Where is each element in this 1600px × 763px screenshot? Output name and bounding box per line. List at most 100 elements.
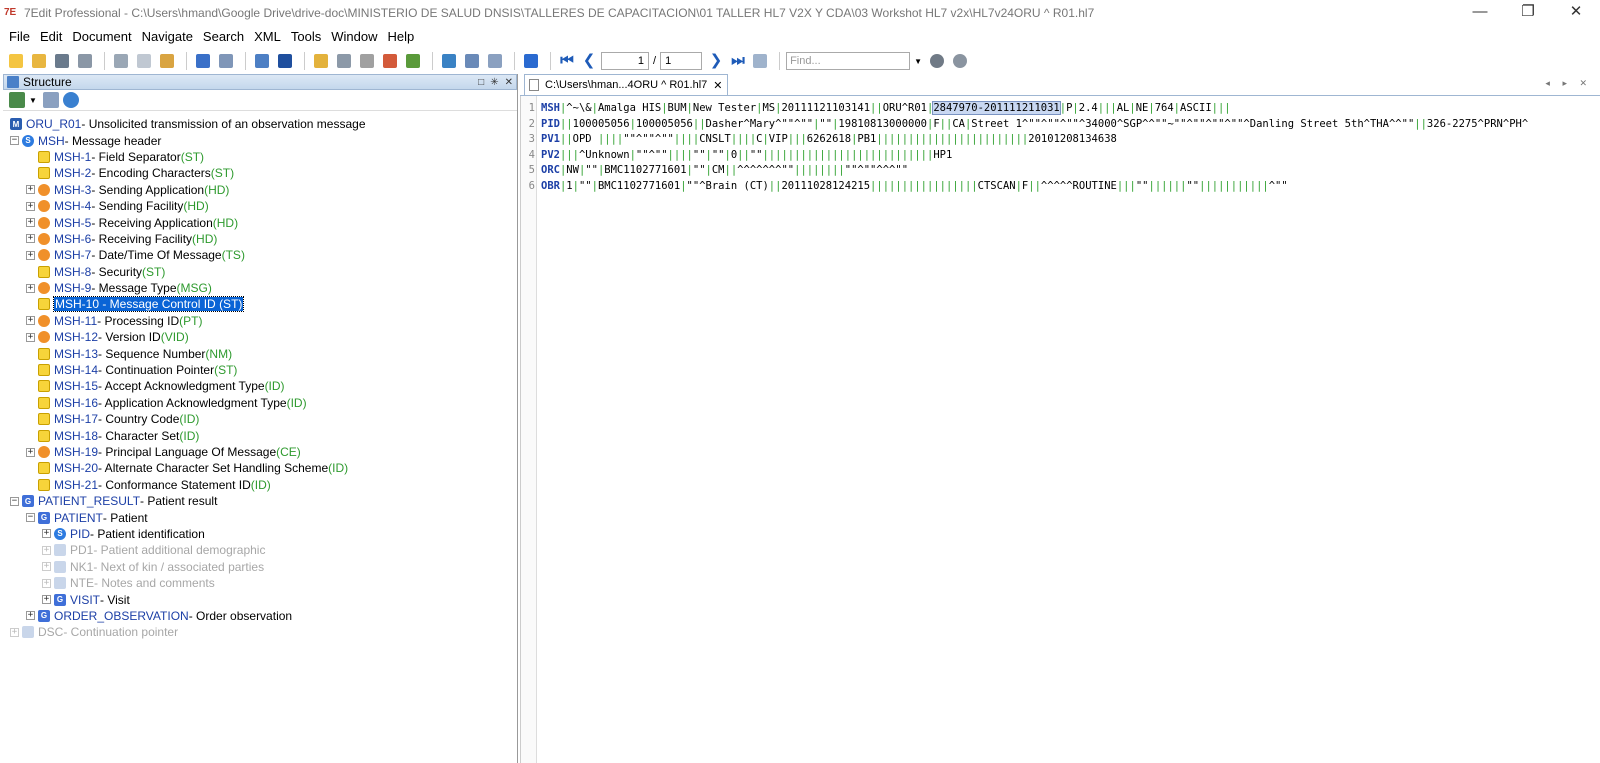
save-button[interactable]: [52, 51, 72, 71]
new-document-button[interactable]: [6, 51, 26, 71]
structure-options-dropdown-icon[interactable]: ▼: [29, 96, 37, 105]
menu-navigate[interactable]: Navigate: [137, 26, 198, 48]
menu-xml[interactable]: XML: [249, 26, 286, 48]
tree-node-patient[interactable]: − G PATIENT - Patient: [3, 509, 517, 525]
expand-toggle[interactable]: +: [26, 250, 35, 260]
expand-toggle[interactable]: +: [42, 595, 51, 605]
receive-button[interactable]: [357, 51, 377, 71]
expand-toggle[interactable]: +: [26, 185, 35, 195]
collapse-toggle[interactable]: −: [10, 136, 19, 146]
tree-node-msh-1[interactable]: MSH-1 - Field Separator (ST): [3, 149, 517, 165]
expand-toggle[interactable]: +: [26, 447, 35, 457]
tree-node-msh-15[interactable]: MSH-15 - Accept Acknowledgment Type (ID): [3, 378, 517, 394]
tree-node-msh-4[interactable]: + MSH-4 - Sending Facility (HD): [3, 198, 517, 214]
menu-document[interactable]: Document: [67, 26, 136, 48]
find-next-button[interactable]: [927, 51, 947, 71]
tab-scroll-arrows[interactable]: ◂ ▸ ✕: [1545, 78, 1592, 89]
expand-toggle[interactable]: +: [26, 611, 35, 621]
refresh-icon[interactable]: [62, 92, 79, 108]
document-tab[interactable]: C:\Users\hman...4ORU ^ R01.hl7 ✕: [524, 74, 728, 95]
tree-node-oru-r01[interactable]: M ORU_R01 - Unsolicited transmission of …: [3, 116, 517, 132]
next-page-button[interactable]: ❯: [706, 51, 726, 71]
panel-restore-button[interactable]: □: [478, 77, 484, 88]
tree-node-patient-result[interactable]: − G PATIENT_RESULT - Patient result: [3, 493, 517, 509]
find-dropdown-icon[interactable]: ▼: [914, 57, 922, 66]
import-button[interactable]: [380, 51, 400, 71]
fit-page-button[interactable]: [750, 51, 770, 71]
tree-node-msh-7[interactable]: + MSH-7 - Date/Time Of Message (TS): [3, 247, 517, 263]
maximize-button[interactable]: ❐: [1504, 0, 1552, 26]
tree-node-msh-5[interactable]: + MSH-5 - Receiving Application (HD): [3, 214, 517, 230]
menu-help[interactable]: Help: [382, 26, 419, 48]
hl7-line[interactable]: 4 PV2|||^Unknown|""^""||||""|""|0||""||||…: [521, 148, 953, 164]
previous-page-button[interactable]: ❮: [579, 51, 599, 71]
tree-node-msh-21[interactable]: MSH-21 - Conformance Statement ID (ID): [3, 477, 517, 493]
expand-toggle[interactable]: +: [26, 283, 35, 293]
redo-button[interactable]: [216, 51, 236, 71]
close-button[interactable]: ✕: [1552, 0, 1600, 26]
tree-view-button[interactable]: [252, 51, 272, 71]
send-button[interactable]: [334, 51, 354, 71]
close-tab-icon[interactable]: ✕: [713, 79, 722, 92]
minimize-button[interactable]: —: [1456, 0, 1504, 26]
paste-button[interactable]: [157, 51, 177, 71]
tree-node-msh-3[interactable]: + MSH-3 - Sending Application (HD): [3, 182, 517, 198]
find-previous-button[interactable]: [950, 51, 970, 71]
open-button[interactable]: [29, 51, 49, 71]
menu-tools[interactable]: Tools: [286, 26, 326, 48]
collapse-toggle[interactable]: −: [10, 496, 19, 506]
tree-node-msh-12[interactable]: + MSH-12 - Version ID (VID): [3, 329, 517, 345]
tree-node-nk1[interactable]: + NK1 - Next of kin / associated parties: [3, 559, 517, 575]
expand-toggle[interactable]: +: [26, 316, 35, 326]
expand-toggle[interactable]: +: [42, 562, 51, 572]
find-input[interactable]: Find...: [786, 52, 911, 70]
hl7-view-button[interactable]: [275, 51, 295, 71]
save-all-button[interactable]: [75, 51, 95, 71]
tree-node-msh-6[interactable]: + MSH-6 - Receiving Facility (HD): [3, 231, 517, 247]
menu-search[interactable]: Search: [198, 26, 249, 48]
undo-button[interactable]: [193, 51, 213, 71]
hl7-line[interactable]: 5 ORC|NW|""|BMC1102771601|""|CM||^^^^^^^"…: [521, 163, 908, 179]
hl7-line[interactable]: 3 PV1||OPD ||||""^""^""||||CNSLT||||C|VIP…: [521, 132, 1117, 148]
hl7-text-editor[interactable]: 1 MSH|^~\&|Amalga HIS|BUM|New Tester|MS|2…: [520, 96, 1600, 763]
expand-toggle[interactable]: +: [26, 201, 35, 211]
copy-button[interactable]: [134, 51, 154, 71]
collapse-toggle[interactable]: −: [26, 513, 35, 523]
tree-node-msh-13[interactable]: MSH-13 - Sequence Number (NM): [3, 345, 517, 361]
tree-node-visit[interactable]: + G VISIT - Visit: [3, 591, 517, 607]
collapse-all-icon[interactable]: [42, 92, 59, 108]
menu-window[interactable]: Window: [326, 26, 382, 48]
last-page-button[interactable]: ⏭: [728, 51, 748, 71]
panel-close-button[interactable]: ✕: [505, 77, 513, 88]
tree-node-msh-2[interactable]: MSH-2 - Encoding Characters (ST): [3, 165, 517, 181]
tree-node-msh-11[interactable]: + MSH-11 - Processing ID (PT): [3, 313, 517, 329]
hl7-line[interactable]: 2 PID||100005056|100005056||Dasher^Mary^"…: [521, 117, 1529, 133]
tree-node-nte[interactable]: + NTE - Notes and comments: [3, 575, 517, 591]
tree-node-dsc[interactable]: + DSC - Continuation pointer: [3, 624, 517, 640]
expand-toggle[interactable]: +: [10, 627, 19, 637]
tree-node-msh[interactable]: − S MSH - Message header: [3, 132, 517, 148]
expand-toggle[interactable]: +: [26, 332, 35, 342]
menu-edit[interactable]: Edit: [35, 26, 67, 48]
tree-node-pd1[interactable]: + PD1 - Patient additional demographic: [3, 542, 517, 558]
tree-node-msh-18[interactable]: MSH-18 - Character Set (ID): [3, 427, 517, 443]
cut-button[interactable]: [111, 51, 131, 71]
tree-node-msh-9[interactable]: + MSH-9 - Message Type (MSG): [3, 280, 517, 296]
tree-node-msh-14[interactable]: MSH-14 - Continuation Pointer (ST): [3, 362, 517, 378]
expand-toggle[interactable]: +: [26, 218, 35, 228]
validate-button[interactable]: [311, 51, 331, 71]
tree-node-msh-16[interactable]: MSH-16 - Application Acknowledgment Type…: [3, 395, 517, 411]
panel-pin-button[interactable]: ✳: [490, 77, 498, 88]
expand-toggle[interactable]: +: [42, 529, 51, 539]
menu-file[interactable]: File: [4, 26, 35, 48]
expand-toggle[interactable]: +: [26, 234, 35, 244]
hl7-line[interactable]: 1 MSH|^~\&|Amalga HIS|BUM|New Tester|MS|2…: [521, 101, 1231, 117]
tree-node-pid[interactable]: + S PID - Patient identification: [3, 526, 517, 542]
tree-node-msh-19[interactable]: + MSH-19 - Principal Language Of Message…: [3, 444, 517, 460]
hl7-line[interactable]: 6 OBR|1|""|BMC1102771601|""^Brain (CT)||2…: [521, 179, 1288, 195]
tree-node-msh-20[interactable]: MSH-20 - Alternate Character Set Handlin…: [3, 460, 517, 476]
tree-node-msh-10[interactable]: MSH-10 - Message Control ID (ST): [3, 296, 517, 313]
expand-toggle[interactable]: +: [42, 578, 51, 588]
page-number-input[interactable]: 1: [601, 52, 649, 70]
tree-node-msh-8[interactable]: MSH-8 - Security (ST): [3, 264, 517, 280]
